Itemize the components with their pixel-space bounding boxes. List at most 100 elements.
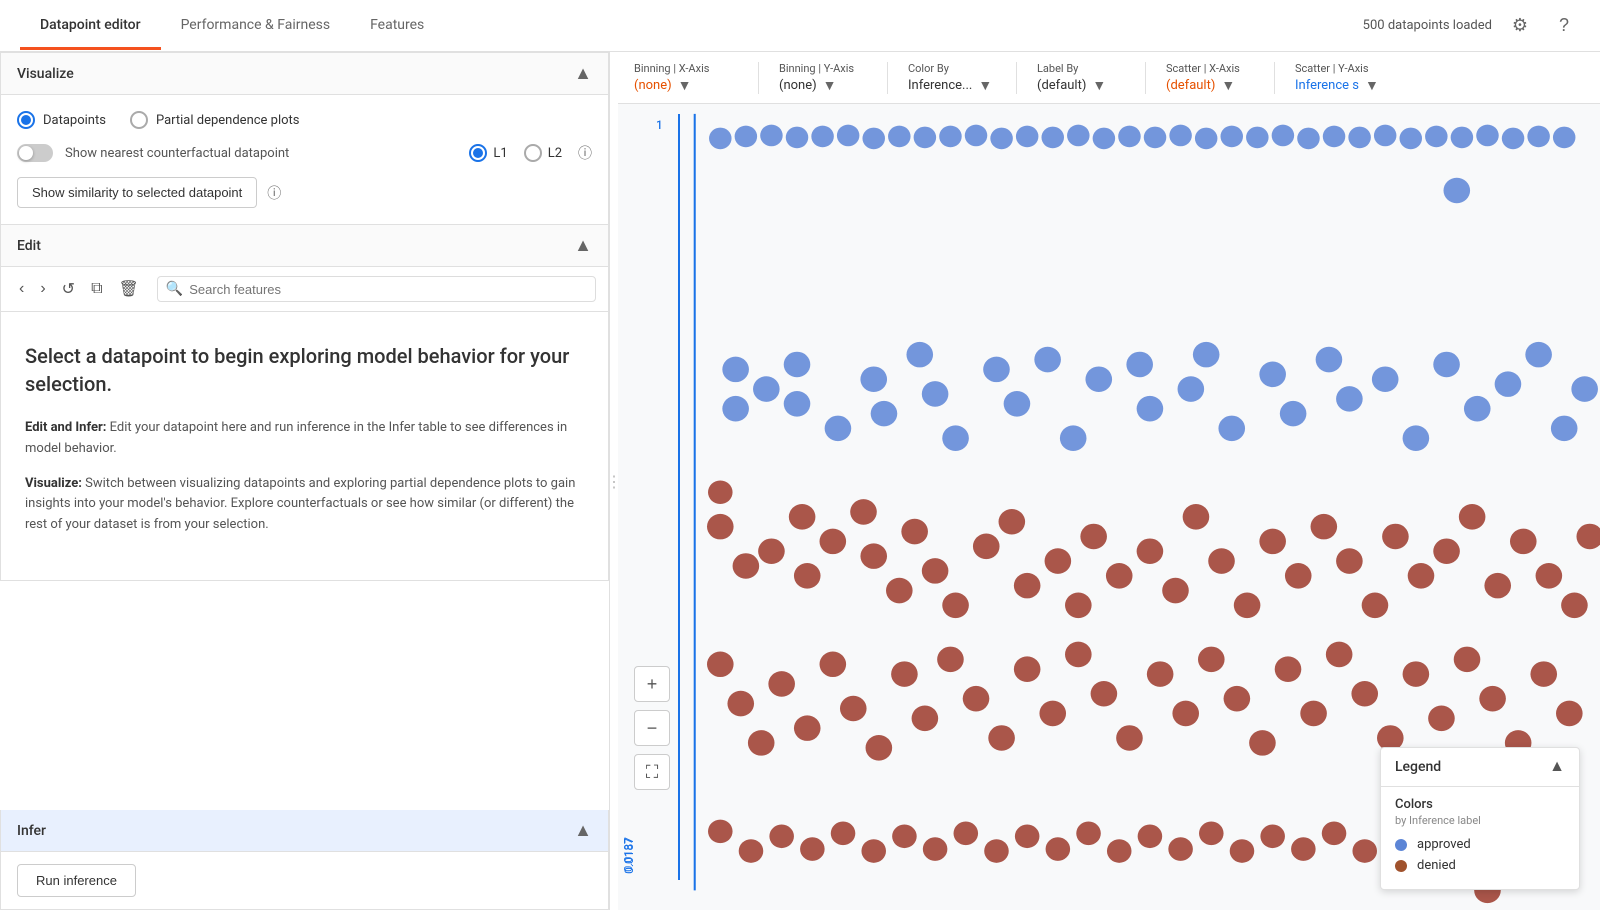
visualize-title: Visualize bbox=[17, 66, 74, 82]
divider-1 bbox=[758, 62, 759, 94]
edit-section: Edit ▲ ‹ › ↺ ⧉ 🗑 🔍 Select a datapoint to… bbox=[0, 225, 609, 581]
radio-datapoints-label: Datapoints bbox=[43, 113, 106, 128]
visualize-content: Datapoints Partial dependence plots Show… bbox=[1, 95, 608, 224]
fit-screen-button[interactable]: ⛶ bbox=[634, 754, 670, 790]
l2-radio[interactable]: L2 bbox=[524, 144, 562, 162]
datapoints-loaded-text: 500 datapoints loaded bbox=[1363, 18, 1492, 33]
legend-label-approved: approved bbox=[1417, 837, 1471, 852]
dropdown-binning-y-arrow: ▼ bbox=[823, 77, 837, 94]
radio-datapoints[interactable]: Datapoints bbox=[17, 111, 106, 129]
radio-partial-dependence[interactable]: Partial dependence plots bbox=[130, 111, 300, 129]
search-input[interactable] bbox=[189, 282, 587, 297]
run-inference-button[interactable]: Run inference bbox=[17, 864, 136, 897]
help-button[interactable]: ? bbox=[1548, 10, 1580, 42]
l1-radio[interactable]: L1 bbox=[469, 144, 507, 162]
edit-desc-2-bold: Visualize: bbox=[25, 476, 82, 491]
legend-panel: Legend ▲ Colors by Inference label appro… bbox=[1380, 747, 1580, 890]
divider-2 bbox=[887, 62, 888, 94]
resize-handle[interactable]: ⋮ bbox=[610, 52, 618, 910]
radio-partial-dependence-circle bbox=[130, 111, 148, 129]
search-icon: 🔍 bbox=[166, 281, 183, 297]
toggle-label: Show nearest counterfactual datapoint bbox=[65, 146, 289, 161]
duplicate-button[interactable]: ⧉ bbox=[85, 276, 108, 302]
edit-desc-2: Visualize: Switch between visualizing da… bbox=[25, 474, 584, 536]
legend-body: Colors by Inference label approved denie… bbox=[1381, 787, 1579, 889]
edit-desc-1-bold: Edit and Infer: bbox=[25, 420, 106, 435]
dropdown-label-by-value: (default) ▼ bbox=[1037, 77, 1125, 94]
edit-desc: Edit and Infer: Edit your datapoint here… bbox=[25, 418, 584, 536]
y-axis-val-0187: 0.0187 bbox=[622, 838, 635, 872]
dropdown-scatter-y[interactable]: Scatter | Y-Axis Inference s ▼ bbox=[1279, 62, 1399, 94]
toggle-row: Show nearest counterfactual datapoint L1… bbox=[17, 143, 592, 163]
dropdown-color-by-arrow: ▼ bbox=[978, 77, 992, 94]
zoom-in-button[interactable]: + bbox=[634, 666, 670, 702]
dropdown-scatter-x-label: Scatter | X-Axis bbox=[1166, 62, 1254, 75]
dropdown-color-by[interactable]: Color By Inference... ▼ bbox=[892, 62, 1012, 94]
edit-collapse-icon: ▲ bbox=[574, 235, 592, 256]
legend-title: Legend bbox=[1395, 759, 1441, 775]
zoom-out-button[interactable]: − bbox=[634, 710, 670, 746]
restore-button[interactable]: ↺ bbox=[56, 275, 81, 303]
similarity-info-icon[interactable]: ⓘ bbox=[267, 183, 281, 203]
dropdown-binning-y[interactable]: Binning | Y-Axis (none) ▼ bbox=[763, 62, 883, 94]
settings-button[interactable]: ⚙ bbox=[1504, 10, 1536, 42]
infer-title: Infer bbox=[17, 823, 46, 839]
dropdown-binning-y-value: (none) ▼ bbox=[779, 77, 867, 94]
dropdown-binning-x[interactable]: Binning | X-Axis (none) ▼ bbox=[634, 62, 754, 94]
legend-dot-denied bbox=[1395, 860, 1407, 872]
edit-content: Select a datapoint to begin exploring mo… bbox=[1, 312, 608, 580]
dropdown-scatter-x-value: (default) ▼ bbox=[1166, 77, 1254, 94]
l-buttons: L1 L2 ⓘ bbox=[469, 143, 592, 163]
dropdown-color-by-value: Inference... ▼ bbox=[908, 77, 996, 94]
left-panel: Visualize ▲ Datapoints Partial dependenc… bbox=[0, 52, 610, 910]
infer-header[interactable]: Infer ▲ bbox=[1, 810, 608, 852]
divider-5 bbox=[1274, 62, 1275, 94]
edit-toolbar: ‹ › ↺ ⧉ 🗑 🔍 bbox=[1, 267, 608, 312]
l-info-icon[interactable]: ⓘ bbox=[578, 143, 592, 163]
legend-dot-approved bbox=[1395, 839, 1407, 851]
counterfactual-toggle[interactable] bbox=[17, 144, 53, 162]
infer-collapse-icon: ▲ bbox=[574, 820, 592, 841]
dropdown-scatter-x[interactable]: Scatter | X-Axis (default) ▼ bbox=[1150, 62, 1270, 94]
dropdown-label-by-arrow: ▼ bbox=[1092, 77, 1106, 94]
tab-features[interactable]: Features bbox=[350, 3, 444, 50]
legend-collapse-button[interactable]: ▲ bbox=[1549, 758, 1565, 776]
similarity-row: Show similarity to selected datapoint ⓘ bbox=[17, 177, 592, 208]
delete-button[interactable]: 🗑 bbox=[113, 275, 145, 303]
similarity-button[interactable]: Show similarity to selected datapoint bbox=[17, 177, 257, 208]
l1-label: L1 bbox=[493, 146, 507, 161]
dropdown-binning-x-arrow: ▼ bbox=[678, 77, 692, 94]
dropdown-binning-x-label: Binning | X-Axis bbox=[634, 62, 738, 75]
tab-performance-fairness[interactable]: Performance & Fairness bbox=[161, 3, 351, 50]
y-axis-val-1: 1 bbox=[656, 118, 663, 132]
edit-spacer bbox=[0, 581, 609, 810]
dropdown-label-by-label: Label By bbox=[1037, 62, 1125, 75]
search-wrap: 🔍 bbox=[157, 276, 596, 302]
chart-main: 1 0.0187 bbox=[618, 104, 1600, 910]
main-layout: Visualize ▲ Datapoints Partial dependenc… bbox=[0, 52, 1600, 910]
back-button[interactable]: ‹ bbox=[13, 276, 30, 302]
dropdown-scatter-x-arrow: ▼ bbox=[1221, 77, 1235, 94]
edit-desc-1-text: Edit your datapoint here and run inferen… bbox=[25, 420, 567, 456]
edit-main-title: Select a datapoint to begin exploring mo… bbox=[25, 342, 584, 398]
dropdown-scatter-y-arrow: ▼ bbox=[1365, 77, 1379, 94]
visualize-collapse-icon: ▲ bbox=[574, 63, 592, 84]
visualize-header[interactable]: Visualize ▲ bbox=[1, 53, 608, 95]
toggle-knob bbox=[19, 146, 33, 160]
dropdown-scatter-y-label: Scatter | Y-Axis bbox=[1295, 62, 1383, 75]
radio-datapoints-circle bbox=[17, 111, 35, 129]
tab-datapoint-editor[interactable]: Datapoint editor bbox=[20, 3, 161, 50]
divider-4 bbox=[1145, 62, 1146, 94]
dropdown-scatter-y-value: Inference s ▼ bbox=[1295, 77, 1383, 94]
legend-label-denied: denied bbox=[1417, 858, 1456, 873]
dropdown-label-by[interactable]: Label By (default) ▼ bbox=[1021, 62, 1141, 94]
divider-3 bbox=[1016, 62, 1017, 94]
edit-desc-2-text: Switch between visualizing datapoints an… bbox=[25, 476, 575, 533]
l2-circle bbox=[524, 144, 542, 162]
legend-colors-sub: by Inference label bbox=[1395, 814, 1565, 827]
edit-title: Edit bbox=[17, 238, 41, 254]
dropdown-color-by-label: Color By bbox=[908, 62, 996, 75]
dropdown-binning-x-value: (none) ▼ bbox=[634, 77, 738, 94]
forward-button[interactable]: › bbox=[34, 276, 51, 302]
edit-header[interactable]: Edit ▲ bbox=[1, 225, 608, 267]
